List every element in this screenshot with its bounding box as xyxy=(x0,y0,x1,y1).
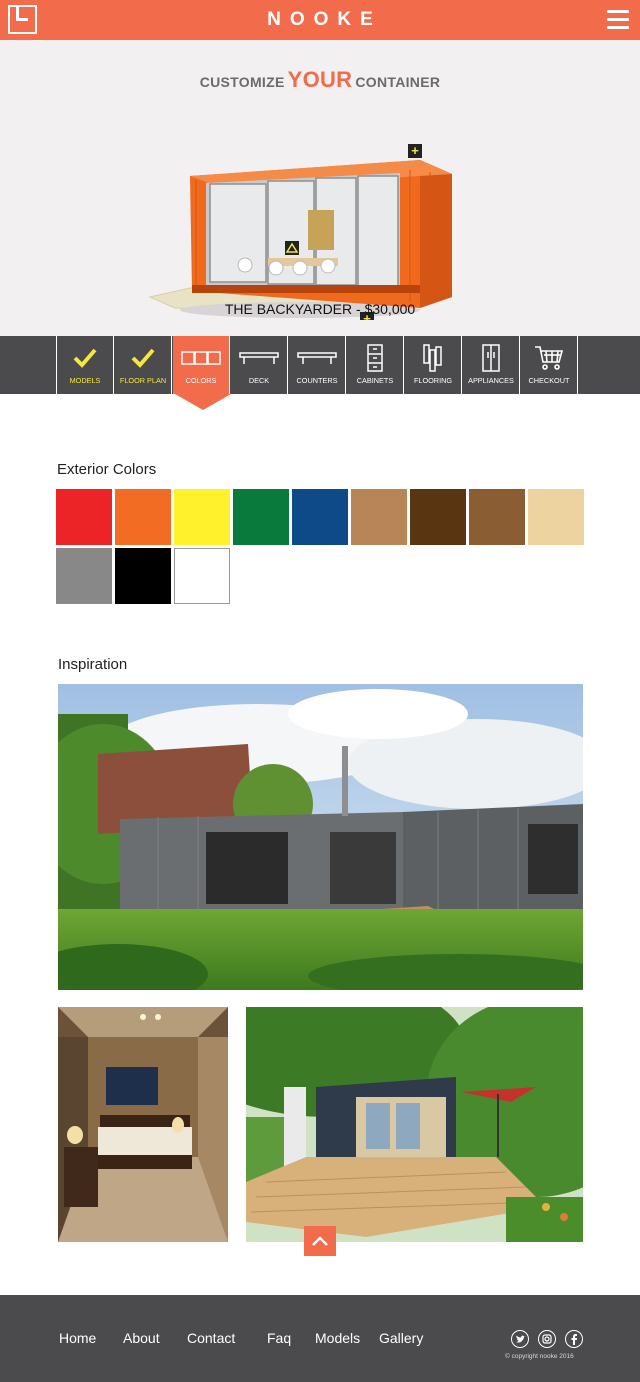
color-swatch[interactable] xyxy=(528,489,584,545)
tab-appliances[interactable]: APPLIANCES xyxy=(463,336,520,394)
color-swatch[interactable] xyxy=(56,548,112,604)
tab-colors[interactable]: COLORS xyxy=(173,336,230,394)
tab-label: COUNTERS xyxy=(296,376,338,385)
color-swatch[interactable] xyxy=(56,489,112,545)
check-icon xyxy=(73,348,97,368)
cart-icon xyxy=(535,346,564,370)
tab-cabinets[interactable]: CABINETS xyxy=(347,336,404,394)
flooring-icon xyxy=(423,344,442,372)
chevron-up-icon xyxy=(312,1236,328,1246)
menu-icon[interactable] xyxy=(607,10,629,30)
color-swatch[interactable] xyxy=(233,489,289,545)
tab-counters[interactable]: COUNTERS xyxy=(289,336,346,394)
tab-label: FLOORING xyxy=(413,376,453,385)
color-swatch[interactable] xyxy=(174,548,230,604)
facebook-icon[interactable] xyxy=(565,1330,583,1348)
appliance-icon xyxy=(482,344,500,372)
tab-label: CHECKOUT xyxy=(528,376,570,385)
exterior-colors-heading: Exterior Colors xyxy=(57,461,157,478)
footer-link-home[interactable]: Home xyxy=(59,1330,96,1346)
inspiration-photo-exterior[interactable] xyxy=(58,684,583,990)
color-swatch[interactable] xyxy=(351,489,407,545)
cabinet-icon xyxy=(367,344,383,372)
footer: Home About Contact Faq Models Gallery © … xyxy=(0,1295,640,1382)
scroll-to-top-button[interactable] xyxy=(304,1226,336,1256)
tab-models[interactable]: MODELS xyxy=(57,336,114,394)
brand-title[interactable]: NOOKE xyxy=(0,9,640,31)
footer-link-about[interactable]: About xyxy=(123,1330,160,1346)
active-tab-pointer xyxy=(175,394,231,410)
twitter-icon[interactable] xyxy=(511,1330,529,1348)
color-swatch[interactable] xyxy=(115,548,171,604)
inspiration-photo-bedroom[interactable] xyxy=(58,1007,228,1242)
model-price-label: THE BACKYARDER - $30,000 xyxy=(224,301,416,317)
tab-label: MODELS xyxy=(69,376,101,385)
inspiration-photo-deck[interactable] xyxy=(246,1007,583,1242)
footer-link-models[interactable]: Models xyxy=(315,1330,360,1346)
tab-label: COLORS xyxy=(185,376,217,385)
check-icon xyxy=(131,348,155,368)
color-swatch[interactable] xyxy=(174,489,230,545)
tab-flooring[interactable]: FLOORING xyxy=(405,336,462,394)
tab-label: CABINETS xyxy=(356,376,394,385)
inspiration-heading: Inspiration xyxy=(58,656,128,673)
svg-text:+: + xyxy=(411,143,419,158)
step-tabs: MODELS FLOOR PLAN COLORS DECK COUNTERS C… xyxy=(0,336,640,394)
color-swatches-icon xyxy=(181,351,221,365)
container-render: + + xyxy=(148,143,452,320)
top-bar: NOOKE xyxy=(0,0,640,40)
tab-deck[interactable]: DECK xyxy=(231,336,288,394)
footer-link-gallery[interactable]: Gallery xyxy=(379,1330,423,1346)
tab-label: APPLIANCES xyxy=(468,376,514,385)
instagram-icon[interactable] xyxy=(538,1330,556,1348)
tab-label: DECK xyxy=(248,376,270,385)
tab-label: FLOOR PLAN xyxy=(119,376,167,385)
copyright-text: © copyright nooke 2016 xyxy=(505,1353,574,1360)
color-swatch[interactable] xyxy=(469,489,525,545)
color-swatch[interactable] xyxy=(292,489,348,545)
counter-icon xyxy=(297,352,337,364)
deck-icon xyxy=(239,352,279,364)
tab-checkout[interactable]: CHECKOUT xyxy=(521,336,578,394)
tab-spacer-right xyxy=(579,336,640,394)
footer-link-faq[interactable]: Faq xyxy=(267,1330,291,1346)
color-swatch[interactable] xyxy=(115,489,171,545)
color-swatch[interactable] xyxy=(410,489,466,545)
tab-floor-plan[interactable]: FLOOR PLAN xyxy=(115,336,172,394)
tab-spacer-left xyxy=(0,336,57,394)
hero-section: CUSTOMIZE YOUR CONTAINER + + THE BACKYAR… xyxy=(0,40,640,336)
footer-link-contact[interactable]: Contact xyxy=(187,1330,235,1346)
